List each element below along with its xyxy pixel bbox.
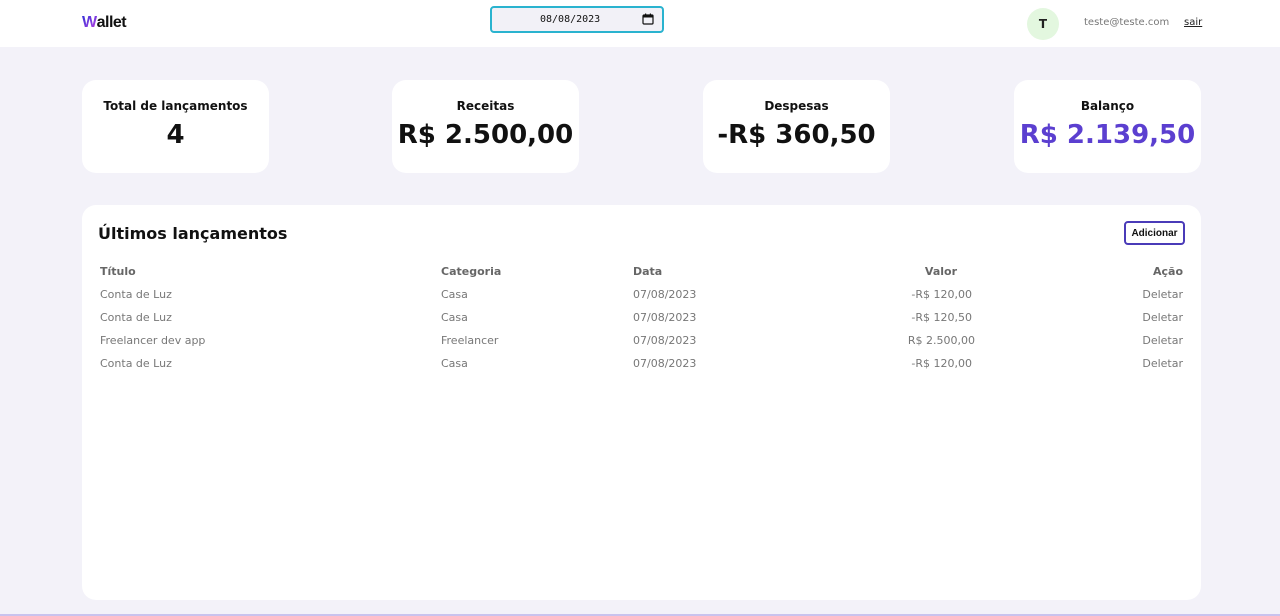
top-header: Wallet 08/08/2023 T teste@teste.com sair [0,0,1280,47]
card-value: -R$ 360,50 [717,120,876,150]
user-email: teste@teste.com [1084,17,1170,28]
user-avatar[interactable]: T [1027,8,1059,40]
row-category: Casa [441,288,468,301]
table-row: Freelancer dev app Freelancer 07/08/2023… [82,334,1201,354]
card-label: Despesas [764,99,829,113]
card-label: Receitas [456,99,515,113]
row-title: Conta de Luz [100,311,172,324]
row-date: 07/08/2023 [633,334,697,347]
calendar-icon[interactable] [642,13,654,25]
row-date: 07/08/2023 [633,357,697,370]
card-value: R$ 2.500,00 [397,120,574,150]
table-row: Conta de Luz Casa 07/08/2023 -R$ 120,50 … [82,311,1201,331]
table-row: Conta de Luz Casa 07/08/2023 -R$ 120,00 … [82,357,1201,377]
date-value: 08/08/2023 [540,14,601,25]
wallet-logo[interactable]: Wallet [82,14,127,32]
row-title: Conta de Luz [100,357,172,370]
logo-rest: allet [96,14,127,31]
panel-title: Últimos lançamentos [98,224,288,243]
row-value: -R$ 120,00 [911,357,972,370]
delete-button[interactable]: Deletar [1142,334,1183,347]
row-title: Conta de Luz [100,288,172,301]
card-value: 4 [166,120,185,150]
row-value: -R$ 120,50 [911,311,972,324]
column-header-category: Categoria [441,265,502,278]
column-header-date: Data [633,265,663,278]
total-entries-card: Total de lançamentos 4 [82,80,269,173]
table-header: Título Categoria Data Valor Ação [82,265,1201,285]
delete-button[interactable]: Deletar [1142,357,1183,370]
logout-link[interactable]: sair [1184,17,1202,28]
row-category: Casa [441,357,468,370]
date-filter-input[interactable]: 08/08/2023 [490,6,664,33]
card-label: Total de lançamentos [103,99,248,113]
row-category: Freelancer [441,334,499,347]
logo-first-letter: W [82,14,97,31]
income-card: Receitas R$ 2.500,00 [392,80,579,173]
row-value: R$ 2.500,00 [907,334,975,347]
card-value: R$ 2.139,50 [1019,120,1196,150]
row-value: -R$ 120,00 [911,288,972,301]
balance-card: Balanço R$ 2.139,50 [1014,80,1201,173]
table-row: Conta de Luz Casa 07/08/2023 -R$ 120,00 … [82,288,1201,308]
expenses-card: Despesas -R$ 360,50 [703,80,890,173]
card-label: Balanço [1080,99,1135,113]
delete-button[interactable]: Deletar [1142,288,1183,301]
row-date: 07/08/2023 [633,288,697,301]
transactions-panel: Últimos lançamentos Adicionar Título Cat… [82,205,1201,600]
row-category: Casa [441,311,468,324]
row-title: Freelancer dev app [100,334,206,347]
row-date: 07/08/2023 [633,311,697,324]
add-button[interactable]: Adicionar [1124,221,1185,245]
column-header-value: Valor [924,265,957,278]
delete-button[interactable]: Deletar [1142,311,1183,324]
column-header-title: Título [100,265,136,278]
column-header-action: Ação [1152,265,1183,278]
